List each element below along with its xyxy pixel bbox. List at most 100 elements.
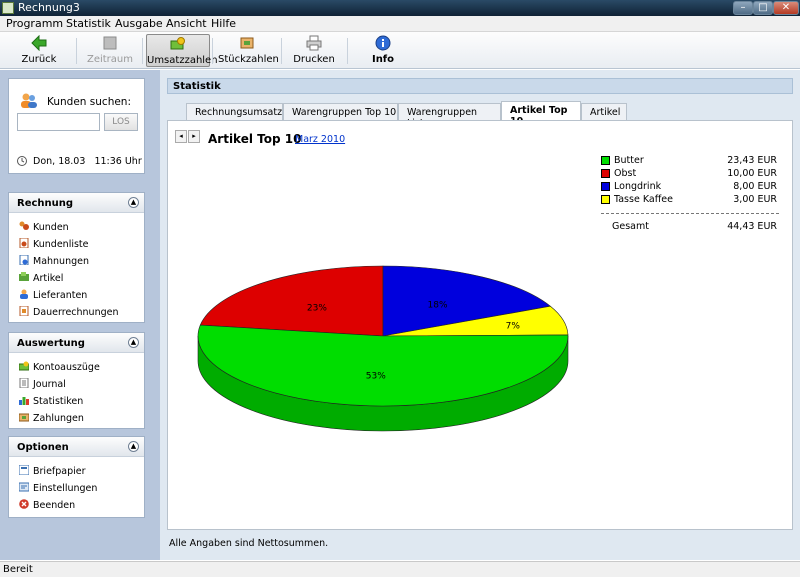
collapse-icon[interactable]: ▲ [128,441,139,452]
legend-swatch [601,156,610,165]
legend-value: 3,00 EUR [733,194,777,205]
search-label: Kunden suchen: [47,96,131,108]
sidebar-item-lieferanten[interactable]: Lieferanten [9,286,144,303]
list-icon [19,238,29,248]
title-bar: Rechnung3 – □ ✕ [0,0,800,16]
sidebar-item-artikel[interactable]: Artikel [9,269,144,286]
print-button[interactable]: Drucken [286,34,342,67]
sidebar-item-label: Dauerrechnungen [33,307,119,318]
legend-item: Obst 10,00 EUR [601,168,779,181]
optionen-header[interactable]: Optionen ▲ [9,437,144,457]
menu-statistik[interactable]: Statistik [66,17,111,30]
tab-warengruppen-liste[interactable]: Warengruppen Liste [398,103,501,129]
minimize-button[interactable]: – [733,1,753,15]
pie-label-obst: 23% [307,304,327,314]
sidebar-item-kunden[interactable]: Kunden [9,218,144,235]
info-button[interactable]: Info [352,34,414,67]
sidebar-item-label: Artikel [33,273,64,284]
reminder-icon [19,255,29,265]
sidebar-item-dauerrechnungen[interactable]: Dauerrechnungen [9,303,144,320]
customer-search-input[interactable] [17,113,100,131]
revenue-button[interactable]: Umsatzzahlen [146,34,218,67]
letterhead-icon [19,465,29,475]
status-text: Bereit [3,564,33,575]
rechnung-title: Rechnung [17,198,74,209]
tab-artikel-top10[interactable]: Artikel Top 10 [501,101,581,127]
toolbar: Zurück Zeitraum Umsatzzahlen Stückzahlen… [0,32,800,69]
legend-swatch [601,195,610,204]
menu-bar: Programm Statistik Ausgabe Ansicht Hilfe [0,16,800,32]
back-label: Zurück [21,54,57,65]
optionen-panel: Optionen ▲ Briefpapier Einstellungen Been… [8,436,145,518]
footnote: Alle Angaben sind Nettosummen. [169,538,329,549]
info-icon [375,35,391,51]
maximize-button[interactable]: □ [753,1,773,15]
sidebar-item-zahlungen[interactable]: Zahlungen [9,409,144,426]
pie-label-longdrink: 18% [428,300,448,310]
menu-ansicht[interactable]: Ansicht [166,17,207,30]
rechnung-header[interactable]: Rechnung ▲ [9,193,144,213]
period-button[interactable]: Zeitraum [80,34,140,67]
recurring-invoice-icon [19,306,29,316]
sidebar-item-briefpapier[interactable]: Briefpapier [9,462,144,479]
customer-search-panel: Kunden suchen: LOS Don, 18.03 11:36 Uhr [8,78,145,174]
tab-warengruppen-top10[interactable]: Warengruppen Top 10 [283,103,398,120]
legend-label: Obst [614,168,637,179]
arrow-left-icon [31,35,47,51]
money-icon [170,37,185,50]
legend-value: 10,00 EUR [727,168,777,179]
next-period-button[interactable]: ▸ [188,130,200,143]
sidebar-item-einstellungen[interactable]: Einstellungen [9,479,144,496]
legend-label: Longdrink [614,181,662,192]
collapse-icon[interactable]: ▲ [128,197,139,208]
sidebar-item-label: Briefpapier [33,466,86,477]
sidebar-item-mahnungen[interactable]: Mahnungen [9,252,144,269]
sidebar-item-label: Einstellungen [33,483,98,494]
chart-title: Artikel Top 10 [208,132,302,146]
period-label: Zeitraum [86,54,134,65]
sidebar-item-statistiken[interactable]: Statistiken [9,392,144,409]
legend-value: 23,43 EUR [727,155,777,166]
date-time: Don, 18.03 11:36 Uhr [33,156,142,167]
period-link[interactable]: Marz 2010 [295,134,345,145]
exit-icon [19,499,29,509]
legend-swatch [601,182,610,191]
supplier-icon [20,289,28,299]
sidebar-item-label: Statistiken [33,396,84,407]
status-bar: Bereit [0,561,800,577]
menu-programm[interactable]: Programm [6,17,63,30]
tab-rechnungsumsatz[interactable]: Rechnungsumsatz [186,103,283,120]
sidebar-item-label: Kundenliste [33,239,89,250]
sidebar-item-label: Kontoauszüge [33,362,100,373]
pie-slice-obst [199,265,384,337]
back-button[interactable]: Zurück [6,34,72,67]
sidebar-item-kundenliste[interactable]: Kundenliste [9,235,144,252]
sidebar-item-journal[interactable]: Journal [9,375,144,392]
legend-value: 8,00 EUR [733,181,777,192]
collapse-icon[interactable]: ▲ [128,337,139,348]
revenue-label: Umsatzzahlen [147,55,218,66]
menu-ausgabe[interactable]: Ausgabe [115,17,163,30]
pie-label-butter: 53% [366,371,386,381]
sidebar-item-label: Lieferanten [33,290,88,301]
chart-panel: ◂ ▸ Artikel Top 10 Marz 2010 Butter 23,43… [167,120,793,530]
sidebar-item-label: Zahlungen [33,413,84,424]
auswertung-title: Auswertung [17,338,85,349]
sidebar: Kunden suchen: LOS Don, 18.03 11:36 Uhr … [0,70,160,560]
tab-artikel[interactable]: Artikel [581,103,627,120]
close-button[interactable]: ✕ [773,1,799,15]
search-go-button[interactable]: LOS [104,113,138,131]
menu-hilfe[interactable]: Hilfe [211,17,236,30]
legend-label: Tasse Kaffee [614,194,673,205]
units-button[interactable]: Stückzahlen [218,34,279,67]
auswertung-header[interactable]: Auswertung ▲ [9,333,144,353]
legend-item: Butter 23,43 EUR [601,155,779,168]
sidebar-item-label: Mahnungen [33,256,89,267]
prev-period-button[interactable]: ◂ [175,130,187,143]
sidebar-item-label: Journal [33,379,66,390]
legend-item: Longdrink 8,00 EUR [601,181,779,194]
sidebar-item-beenden[interactable]: Beenden [9,496,144,513]
sidebar-item-kontoauszuege[interactable]: Kontoauszüge [9,358,144,375]
window-title: Rechnung3 [18,1,80,14]
clock-icon [17,156,27,166]
